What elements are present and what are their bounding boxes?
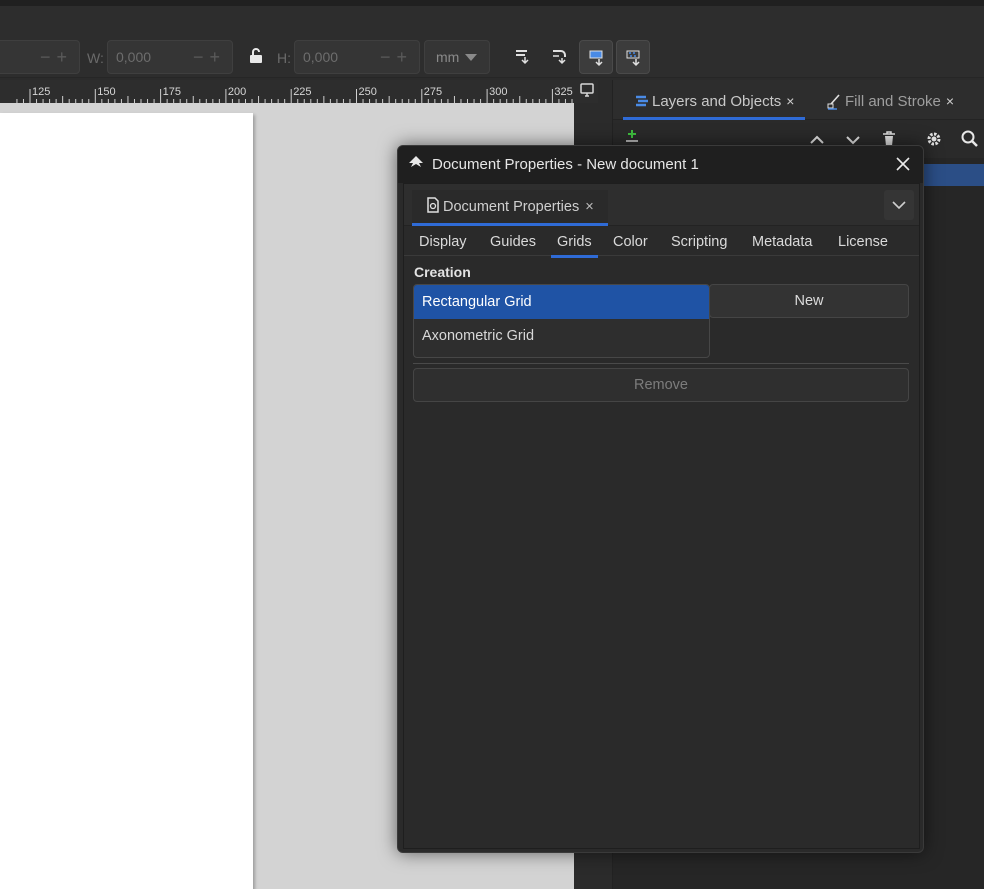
gear-icon[interactable] xyxy=(926,131,942,147)
search-icon[interactable] xyxy=(961,130,979,148)
subtab-display[interactable]: Display xyxy=(419,234,467,250)
new-grid-button[interactable]: New xyxy=(709,284,909,318)
dialog-tab-bar: Document Properties × xyxy=(404,184,919,226)
menu-bar xyxy=(0,6,984,36)
subtab-scripting[interactable]: Scripting xyxy=(671,234,727,250)
selected-layer-row[interactable] xyxy=(921,164,984,186)
document-icon xyxy=(427,197,439,213)
layers-icon xyxy=(636,95,648,107)
ruler-tick-label: 150 xyxy=(97,86,115,98)
transform-patterns-icon xyxy=(626,50,640,67)
chevron-down-icon xyxy=(892,201,906,210)
tab-fill-and-stroke[interactable]: Fill and Stroke × xyxy=(825,86,975,120)
document-page[interactable] xyxy=(0,113,253,889)
dialog-title: Document Properties - New document 1 xyxy=(432,156,699,173)
display-mode-toggle[interactable] xyxy=(576,80,598,103)
transform-patterns-button[interactable] xyxy=(616,40,650,74)
spin-minus-plus-icon[interactable]: −+ xyxy=(380,41,413,73)
close-icon[interactable]: × xyxy=(585,199,593,215)
tab-menu-button[interactable] xyxy=(884,190,914,220)
tab-label: Layers and Objects xyxy=(652,93,782,110)
add-layer-icon[interactable] xyxy=(625,130,639,144)
section-divider xyxy=(413,363,909,364)
inkscape-logo-icon xyxy=(409,156,423,167)
brush-icon xyxy=(827,94,840,110)
unit-value: mm xyxy=(436,49,460,65)
subtab-label: Grids xyxy=(557,234,592,250)
spin-minus-plus-icon[interactable]: −+ xyxy=(193,41,226,73)
tab-layers-and-objects[interactable]: Layers and Objects × xyxy=(623,86,805,120)
tab-document-properties[interactable]: Document Properties × xyxy=(412,190,608,226)
x-spinbox[interactable]: −+ xyxy=(0,40,80,74)
grid-type-axonometric[interactable]: Axonometric Grid xyxy=(414,319,709,353)
scale-stroke-button[interactable] xyxy=(506,40,540,74)
dialog-notebook: Document Properties × Display Guides Grid… xyxy=(403,183,920,849)
close-icon[interactable] xyxy=(891,153,915,175)
ruler-tick-label: 175 xyxy=(163,86,181,98)
ruler-tick-label: 125 xyxy=(32,86,50,98)
chevron-down-icon xyxy=(465,54,477,61)
monitor-icon xyxy=(580,83,594,97)
transform-gradients-icon xyxy=(589,50,603,67)
dock-tab-bar: Layers and Objects × Fill and Stroke × xyxy=(613,80,984,120)
subtab-metadata[interactable]: Metadata xyxy=(752,234,812,250)
ruler-tick-label: 225 xyxy=(293,86,311,98)
subtab-color[interactable]: Color xyxy=(613,234,648,250)
creation-heading: Creation xyxy=(414,264,471,280)
scale-stroke-icon xyxy=(516,50,529,65)
ruler-tick-label: 325 xyxy=(554,86,572,98)
close-icon[interactable]: × xyxy=(786,93,794,109)
w-label: W: xyxy=(87,50,104,66)
close-icon[interactable]: × xyxy=(946,93,954,109)
lock-icon[interactable] xyxy=(249,48,263,64)
ruler-tick-label: 200 xyxy=(228,86,246,98)
properties-subtabs: Display Guides Grids Color Scripting Met… xyxy=(404,226,919,258)
scale-corners-icon xyxy=(553,50,566,65)
inkscape-window: −+ W: 0,000 −+ H: 0,000 −+ mm 125 150 17… xyxy=(0,0,984,889)
chevron-down-icon[interactable] xyxy=(846,135,860,145)
subtab-license[interactable]: License xyxy=(838,234,888,250)
remove-grid-button[interactable]: Remove xyxy=(413,368,909,402)
dialog-titlebar[interactable]: Document Properties - New document 1 xyxy=(398,146,923,183)
unit-select[interactable]: mm xyxy=(424,40,490,74)
h-spinbox[interactable]: 0,000 −+ xyxy=(294,40,420,74)
w-value: 0,000 xyxy=(116,49,152,65)
subtab-grids[interactable]: Grids xyxy=(551,234,598,258)
horizontal-ruler[interactable]: 125 150 175 200 225 250 275 300 325 xyxy=(0,80,576,103)
tool-controls-bar: −+ W: 0,000 −+ H: 0,000 −+ mm xyxy=(0,36,984,78)
transform-gradients-button[interactable] xyxy=(579,40,613,74)
w-spinbox[interactable]: 0,000 −+ xyxy=(107,40,233,74)
h-label: H: xyxy=(277,50,291,66)
ruler-tick-label: 300 xyxy=(489,86,507,98)
tab-label: Document Properties xyxy=(443,199,580,215)
spin-minus-plus-icon[interactable]: −+ xyxy=(40,41,73,73)
grid-type-dropdown-list[interactable]: Rectangular Grid Axonometric Grid xyxy=(413,284,710,358)
tab-label: Fill and Stroke xyxy=(845,93,941,110)
subtab-guides[interactable]: Guides xyxy=(490,234,536,250)
ruler-tick-label: 250 xyxy=(359,86,377,98)
ruler-tick-label: 275 xyxy=(424,86,442,98)
document-properties-dialog: Document Properties - New document 1 Doc… xyxy=(397,145,924,853)
active-subtab-indicator xyxy=(551,255,598,258)
chevron-up-icon[interactable] xyxy=(810,135,824,145)
grid-type-rectangular[interactable]: Rectangular Grid xyxy=(414,285,709,319)
h-value: 0,000 xyxy=(303,49,339,65)
scale-corners-button[interactable] xyxy=(543,40,577,74)
ruler-ticks: 125 150 175 200 225 250 275 300 325 xyxy=(16,86,573,103)
